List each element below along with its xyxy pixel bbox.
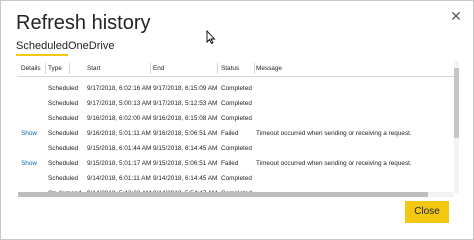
cell-status: Completed (221, 115, 252, 122)
tab-scheduled[interactable]: Scheduled (16, 39, 68, 56)
table-row: Show Scheduled 9/15/2018, 5:01:17 AM 9/1… (18, 156, 458, 171)
table-row: Scheduled 9/17/2018, 5:00:13 AM 9/17/201… (18, 96, 458, 111)
cell-status: Completed (221, 175, 252, 182)
table-header-row: Details Type Start End Status Message (18, 61, 458, 76)
show-details-link[interactable]: Show (21, 126, 45, 141)
column-divider (45, 63, 46, 74)
table-row: Scheduled 9/14/2018, 6:01:11 AM 9/14/201… (18, 171, 458, 186)
cell-message: Timeout occurred when sending or receivi… (256, 130, 412, 137)
column-header-status[interactable]: Status (221, 61, 257, 76)
refresh-history-dialog: Refresh history ✕ Scheduled OneDrive Det… (0, 0, 474, 240)
horizontal-scrollbar[interactable] (18, 192, 454, 197)
vertical-scrollbar[interactable] (454, 61, 459, 193)
cell-status: Completed (221, 85, 252, 92)
table-row: Scheduled 9/16/2018, 6:02:00 AM 9/16/201… (18, 111, 458, 126)
horizontal-scrollbar-thumb[interactable] (18, 192, 428, 197)
tab-onedrive[interactable]: OneDrive (68, 39, 114, 53)
column-divider (150, 63, 151, 74)
table-row: Show Scheduled 9/16/2018, 5:01:11 AM 9/1… (18, 126, 458, 141)
cell-status: Failed (221, 160, 239, 167)
column-header-details[interactable]: Details (21, 61, 45, 76)
cell-status: Completed (221, 145, 252, 152)
close-icon[interactable]: ✕ (448, 8, 464, 24)
dialog-title: Refresh history (16, 12, 151, 34)
column-divider (217, 63, 218, 74)
cell-status: Completed (221, 100, 252, 107)
column-header-message[interactable]: Message (256, 61, 456, 76)
mouse-pointer-icon (206, 30, 216, 44)
table-row: Scheduled 9/17/2018, 6:02:16 AM 9/17/201… (18, 81, 458, 96)
show-details-link[interactable]: Show (21, 156, 45, 171)
header-divider (18, 76, 456, 77)
cell-message: Timeout occurred when sending or receivi… (256, 160, 412, 167)
table-row: Scheduled 9/15/2018, 6:01:44 AM 9/15/201… (18, 141, 458, 156)
refresh-history-table: Details Type Start End Status Message Sc… (18, 59, 458, 199)
cell-status: Failed (221, 130, 239, 137)
close-button[interactable]: Close (405, 201, 449, 223)
column-divider (254, 63, 255, 74)
vertical-scrollbar-thumb[interactable] (454, 68, 459, 138)
column-divider (69, 63, 70, 74)
